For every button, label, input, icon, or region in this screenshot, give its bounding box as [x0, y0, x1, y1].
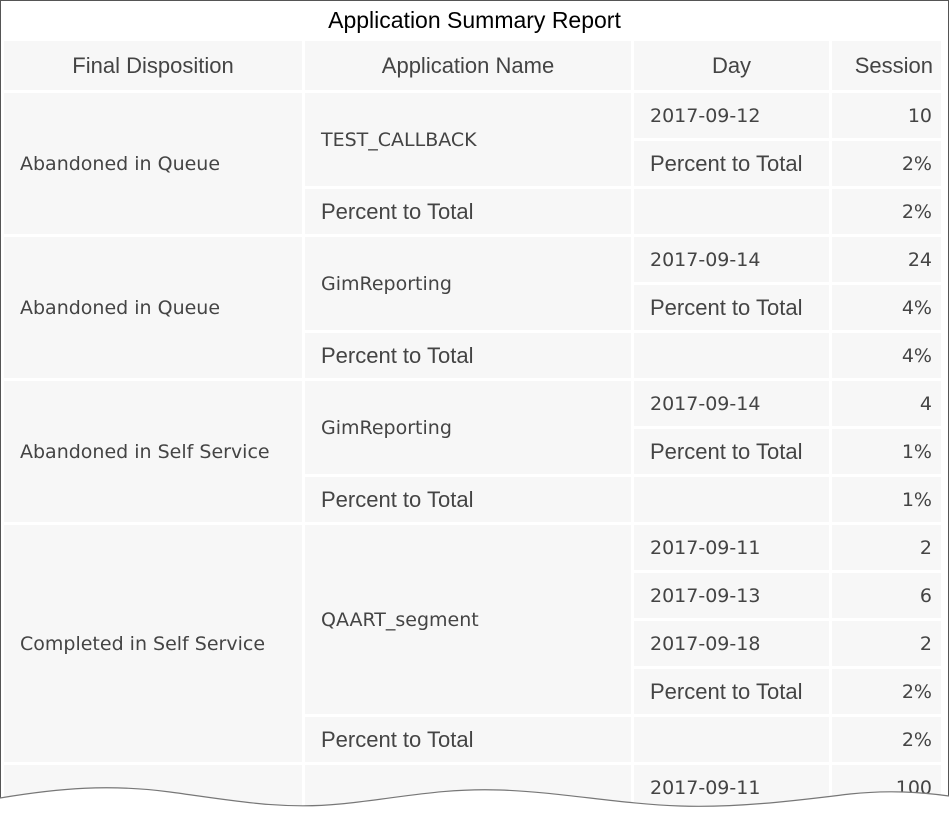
application-cell: TEST_CALLBACK: [305, 93, 631, 186]
session-cell: 4: [832, 381, 941, 426]
day-cell: 2017-09-18: [634, 621, 829, 666]
report-title: Application Summary Report: [328, 7, 621, 33]
percent-value: 1%: [832, 477, 941, 522]
session-cell: 24: [832, 237, 941, 282]
report-table: Final Disposition Application Name Day S…: [1, 38, 944, 813]
header-row: Final Disposition Application Name Day S…: [4, 41, 941, 90]
percent-value: 2%: [832, 141, 941, 186]
percent-value: 2%: [832, 189, 941, 234]
empty-cell: [634, 189, 829, 234]
session-cell: 2: [832, 525, 941, 570]
percent-to-total-label: Percent to Total: [305, 189, 631, 234]
empty-cell: [634, 477, 829, 522]
empty-cell: [634, 717, 829, 762]
header-session[interactable]: Session: [832, 41, 941, 90]
disposition-cell: Completed in Self Service: [4, 525, 302, 762]
session-cell: 10: [832, 93, 941, 138]
table-row: Abandoned in Self Service GimReporting 2…: [4, 381, 941, 522]
table-row: Completed in Self Service QAART_segment …: [4, 525, 941, 762]
percent-to-total-label: Percent to Total: [305, 717, 631, 762]
application-cell: QAART_segment: [305, 525, 631, 714]
percent-value: 4%: [832, 333, 941, 378]
disposition-cell: Abandoned in Queue: [4, 93, 302, 234]
percent-to-total-label: Percent to Total: [634, 285, 829, 330]
session-cell: 6: [832, 573, 941, 618]
day-cell: 2017-09-14: [634, 237, 829, 282]
day-cell: 2017-09-11: [634, 525, 829, 570]
disposition-cell: Abandoned in Self Service: [4, 381, 302, 522]
percent-value: 4%: [832, 285, 941, 330]
percent-value: 2%: [832, 717, 941, 762]
application-cell: GimReporting: [305, 381, 631, 474]
day-cell: 2017-09-14: [634, 381, 829, 426]
percent-to-total-label: Percent to Total: [305, 333, 631, 378]
application-cell: GimReporting: [305, 237, 631, 330]
disposition-cell: Abandoned in Queue: [4, 237, 302, 378]
percent-to-total-label: Percent to Total: [634, 141, 829, 186]
torn-edge-decoration: [0, 787, 949, 830]
percent-value: 2%: [832, 669, 941, 714]
percent-value: 1%: [832, 429, 941, 474]
percent-to-total-label: Percent to Total: [305, 477, 631, 522]
report-table-wrapper: Final Disposition Application Name Day S…: [4, 41, 941, 810]
empty-cell: [634, 333, 829, 378]
percent-to-total-label: Percent to Total: [634, 669, 829, 714]
header-day[interactable]: Day: [634, 41, 829, 90]
day-cell: 2017-09-12: [634, 93, 829, 138]
header-final-disposition[interactable]: Final Disposition: [4, 41, 302, 90]
table-row: Abandoned in Queue GimReporting 2017-09-…: [4, 237, 941, 378]
percent-to-total-label: Percent to Total: [634, 429, 829, 474]
header-application-name[interactable]: Application Name: [305, 41, 631, 90]
report-frame: Application Summary Report Final Disposi…: [0, 0, 949, 823]
table-row: Abandoned in Queue TEST_CALLBACK 2017-09…: [4, 93, 941, 234]
session-cell: 2: [832, 621, 941, 666]
day-cell: 2017-09-13: [634, 573, 829, 618]
